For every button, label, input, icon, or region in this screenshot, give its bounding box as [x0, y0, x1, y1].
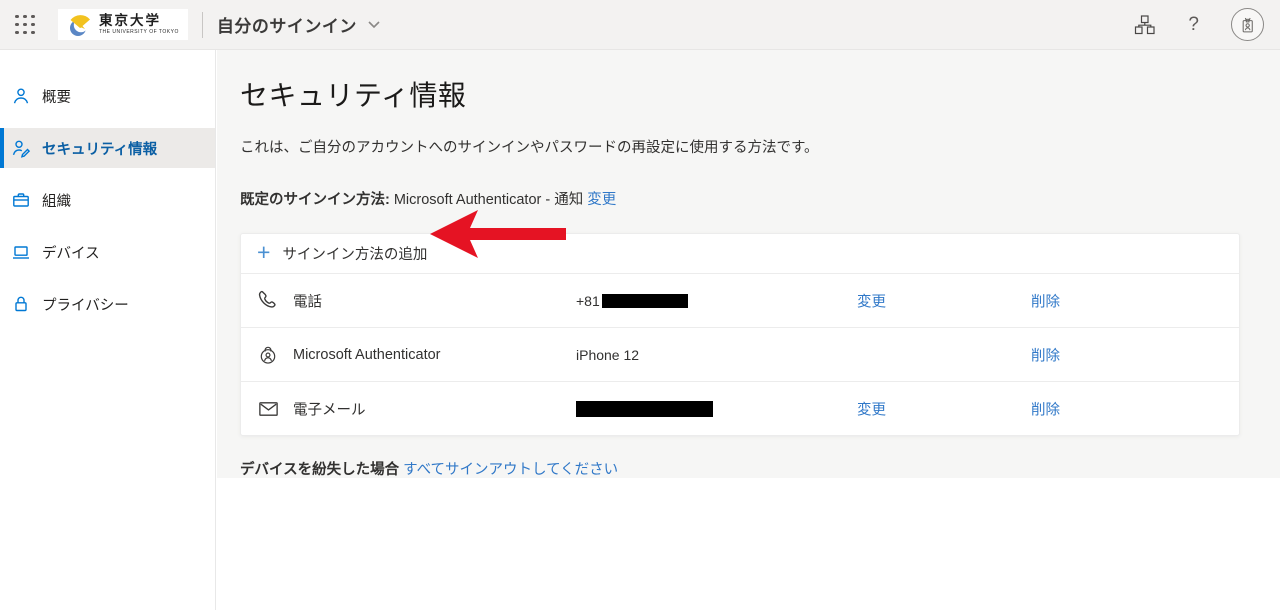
app-title: 自分のサインイン — [217, 12, 357, 37]
page-title: セキュリティ情報 — [240, 74, 1280, 114]
table-row-phone: 電話 +81 変更 削除 — [241, 273, 1239, 327]
app-launcher-waffle-icon[interactable] — [15, 15, 35, 35]
method-value — [576, 401, 713, 417]
phone-country-code: +81 — [576, 293, 600, 309]
main-content: セキュリティ情報 これは、ご自分のアカウントへのサインインやパスワードの再設定に… — [217, 50, 1280, 478]
lost-device-line: デバイスを紛失した場合 すべてサインアウトしてください — [240, 458, 1280, 479]
sidebar-item-label: セキュリティ情報 — [42, 138, 157, 159]
default-method-label: 既定のサインイン方法: — [240, 192, 390, 208]
add-sign-in-method-button[interactable]: + サインイン方法の追加 — [241, 234, 1239, 273]
sign-in-methods-table: + サインイン方法の追加 電話 +81 変更 削除 — [240, 233, 1240, 436]
sidebar-item-security-info[interactable]: セキュリティ情報 — [0, 128, 215, 168]
sidebar-item-label: プライバシー — [42, 294, 129, 315]
sidebar-item-overview[interactable]: 概要 — [0, 76, 215, 116]
account-avatar[interactable] — [1231, 8, 1264, 41]
plus-icon: + — [257, 241, 270, 264]
sidebar-nav: 概要 セキュリティ情報 組織 デバイス — [0, 50, 216, 610]
authenticator-delete-link[interactable]: 削除 — [1031, 344, 1060, 365]
laptop-icon — [11, 242, 31, 262]
page-description: これは、ご自分のアカウントへのサインインやパスワードの再設定に使用する方法です。 — [240, 136, 1280, 157]
topbar-divider — [202, 12, 203, 38]
phone-icon — [257, 290, 279, 312]
id-badge-icon — [1238, 15, 1257, 34]
method-name: 電話 — [293, 290, 322, 311]
email-change-link[interactable]: 変更 — [857, 398, 886, 419]
method-value: +81 — [576, 293, 688, 309]
method-name: Microsoft Authenticator — [293, 347, 441, 363]
help-icon[interactable]: ? — [1188, 14, 1199, 36]
default-sign-in-method: 既定のサインイン方法: Microsoft Authenticator - 通知… — [240, 188, 1280, 209]
sidebar-item-label: 概要 — [42, 86, 71, 107]
table-row-email: 電子メール 変更 削除 — [241, 381, 1239, 435]
method-value: iPhone 12 — [576, 347, 639, 363]
person-icon — [11, 86, 31, 106]
sign-out-everywhere-link[interactable]: すべてサインアウトしてください — [403, 462, 618, 478]
briefcase-icon — [11, 190, 31, 210]
add-method-label: サインイン方法の追加 — [282, 243, 427, 264]
chevron-down-icon[interactable] — [367, 20, 381, 29]
email-delete-link[interactable]: 削除 — [1031, 398, 1060, 419]
default-method-change-link[interactable]: 変更 — [587, 192, 616, 208]
sidebar-item-organization[interactable]: 組織 — [0, 180, 215, 220]
organization-chart-icon[interactable] — [1133, 13, 1156, 36]
redacted-phone-number — [602, 294, 688, 308]
lost-device-label: デバイスを紛失した場合 — [240, 462, 399, 478]
lock-icon — [11, 294, 31, 314]
method-name: 電子メール — [293, 398, 366, 419]
sidebar-item-devices[interactable]: デバイス — [0, 232, 215, 272]
university-of-tokyo-logo[interactable]: 東京大学 THE UNIVERSITY OF TOKYO — [58, 9, 188, 40]
redacted-email-address — [576, 401, 713, 417]
phone-change-link[interactable]: 変更 — [857, 290, 886, 311]
sidebar-item-label: 組織 — [42, 190, 71, 211]
table-row-authenticator: Microsoft Authenticator iPhone 12 削除 — [241, 327, 1239, 381]
phone-delete-link[interactable]: 削除 — [1031, 290, 1060, 311]
default-method-value: Microsoft Authenticator - 通知 — [390, 192, 587, 208]
ginkgo-leaf-icon — [67, 12, 93, 38]
person-edit-icon — [11, 138, 31, 158]
sidebar-item-label: デバイス — [42, 242, 100, 263]
authenticator-icon — [257, 344, 279, 366]
top-bar: 東京大学 THE UNIVERSITY OF TOKYO 自分のサインイン ? — [0, 0, 1280, 50]
sidebar-item-privacy[interactable]: プライバシー — [0, 284, 215, 324]
logo-org-name: 東京大学 — [99, 14, 179, 28]
mail-icon — [257, 397, 280, 420]
logo-org-subname: THE UNIVERSITY OF TOKYO — [99, 30, 179, 35]
